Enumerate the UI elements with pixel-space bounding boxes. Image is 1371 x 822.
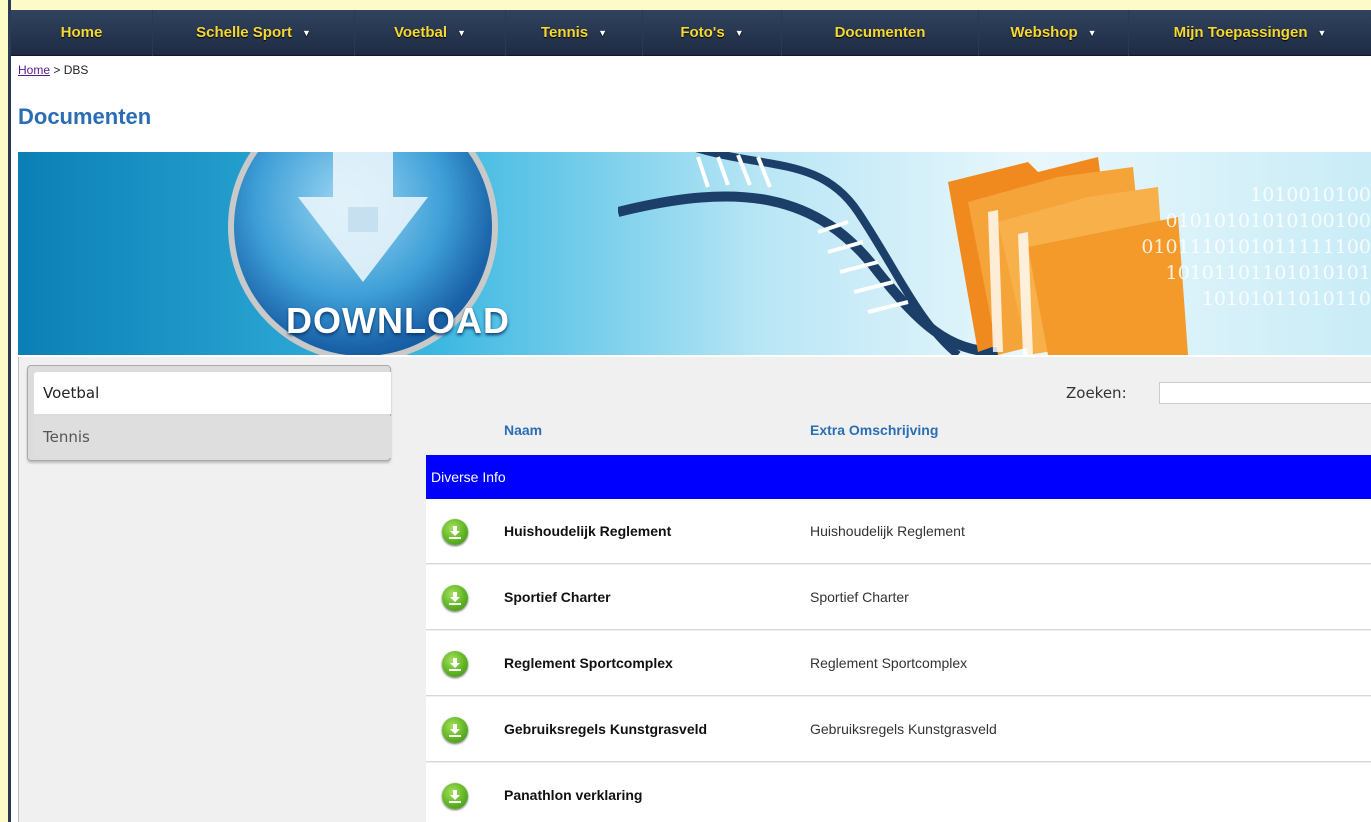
- table-row: Huishoudelijk Reglement Huishoudelijk Re…: [426, 499, 1371, 564]
- sidebar-tab-tennis[interactable]: Tennis: [34, 416, 391, 458]
- breadcrumb-home-link[interactable]: Home: [18, 63, 50, 77]
- nav-documenten[interactable]: Documenten: [782, 10, 979, 56]
- caret-down-icon: ▼: [457, 27, 466, 38]
- sidebar-tab-voetbal[interactable]: Voetbal: [34, 372, 391, 414]
- group-header-row: Diverse Info: [426, 455, 1371, 499]
- binary-decoration: 1010010100 01010101010100100 01011101010…: [1141, 182, 1371, 312]
- nav-webshop[interactable]: Webshop ▼: [979, 10, 1129, 56]
- nav-label: Schelle Sport: [196, 24, 292, 41]
- binary-line: 01010101010100100: [1165, 210, 1371, 232]
- breadcrumb-current: DBS: [63, 63, 89, 77]
- download-icon[interactable]: [442, 717, 468, 743]
- caret-down-icon: ▼: [1087, 27, 1097, 38]
- binary-line: 10101011010110: [1201, 288, 1371, 310]
- nav-fotos[interactable]: Foto's ▼: [643, 10, 782, 56]
- nav-tennis[interactable]: Tennis ▼: [506, 10, 643, 56]
- table-row: Panathlon verklaring: [426, 763, 1371, 822]
- breadcrumb: Home > DBS: [18, 63, 88, 77]
- nav-home[interactable]: Home: [11, 10, 153, 56]
- document-name-link[interactable]: Gebruiksregels Kunstgrasveld: [504, 721, 707, 737]
- nav-label: Documenten: [834, 24, 926, 41]
- document-name-link[interactable]: Reglement Sportcomplex: [504, 655, 673, 671]
- documents-content: Voetbal Tennis Zoeken: Naam Extra Omschr…: [18, 357, 1371, 822]
- nav-label: Voetbal: [394, 24, 448, 41]
- caret-down-icon: ▼: [301, 27, 311, 38]
- document-description: Reglement Sportcomplex: [810, 655, 968, 671]
- nav-schelle-sport[interactable]: Schelle Sport ▼: [153, 10, 355, 56]
- page: Home Schelle Sport ▼ Voetbal ▼ Tennis ▼ Fot…: [11, 10, 1371, 822]
- nav-label: Tennis: [540, 24, 589, 41]
- document-name-link[interactable]: Huishoudelijk Reglement: [504, 523, 671, 539]
- binary-line: 0101110101011111100: [1141, 236, 1371, 258]
- documents-banner: DOWNLOAD 1010010100 01010101010100100 01…: [18, 152, 1371, 355]
- sidebar-tab-label: Voetbal: [43, 384, 100, 402]
- table-row: Reglement Sportcomplex Reglement Sportco…: [426, 631, 1371, 696]
- binary-line: 1010010100: [1250, 184, 1371, 206]
- caret-down-icon: ▼: [1317, 27, 1327, 38]
- caret-down-icon: ▼: [734, 27, 744, 38]
- document-description: Sportief Charter: [810, 589, 909, 605]
- sidebar-tab-label: Tennis: [43, 428, 90, 446]
- main-navbar: Home Schelle Sport ▼ Voetbal ▼ Tennis ▼ Fot…: [11, 10, 1371, 56]
- download-icon[interactable]: [442, 783, 468, 809]
- column-header-naam[interactable]: Naam: [504, 422, 542, 438]
- table-row: Sportief Charter Sportief Charter: [426, 565, 1371, 630]
- download-icon[interactable]: [442, 651, 468, 677]
- group-label: Diverse Info: [431, 469, 506, 485]
- banner-download-text: DOWNLOAD: [286, 300, 510, 341]
- table-row: Gebruiksregels Kunstgrasveld Gebruiksreg…: [426, 697, 1371, 762]
- nav-label: Home: [60, 24, 103, 41]
- nav-voetbal[interactable]: Voetbal ▼: [355, 10, 506, 56]
- nav-mijn-toepassingen[interactable]: Mijn Toepassingen ▼: [1129, 10, 1371, 56]
- binary-line: 10101101101010101: [1165, 262, 1371, 284]
- page-title: Documenten: [18, 104, 152, 129]
- nav-label: Webshop: [1010, 24, 1078, 41]
- download-icon[interactable]: [442, 519, 468, 545]
- document-name-link[interactable]: Sportief Charter: [504, 589, 611, 605]
- document-description: Gebruiksregels Kunstgrasveld: [810, 721, 997, 737]
- category-sidebar: Voetbal Tennis: [27, 365, 391, 461]
- search-label: Zoeken:: [1066, 384, 1127, 402]
- document-description: Huishoudelijk Reglement: [810, 523, 965, 539]
- nav-label: Foto's: [680, 24, 725, 41]
- nav-label: Mijn Toepassingen: [1173, 24, 1308, 41]
- breadcrumb-separator: >: [50, 63, 64, 77]
- column-header-omschrijving[interactable]: Extra Omschrijving: [810, 422, 938, 438]
- search-input[interactable]: [1159, 382, 1371, 404]
- download-icon[interactable]: [442, 585, 468, 611]
- caret-down-icon: ▼: [598, 27, 608, 38]
- document-name-link[interactable]: Panathlon verklaring: [504, 787, 642, 803]
- download-arrow-icon: [298, 152, 428, 282]
